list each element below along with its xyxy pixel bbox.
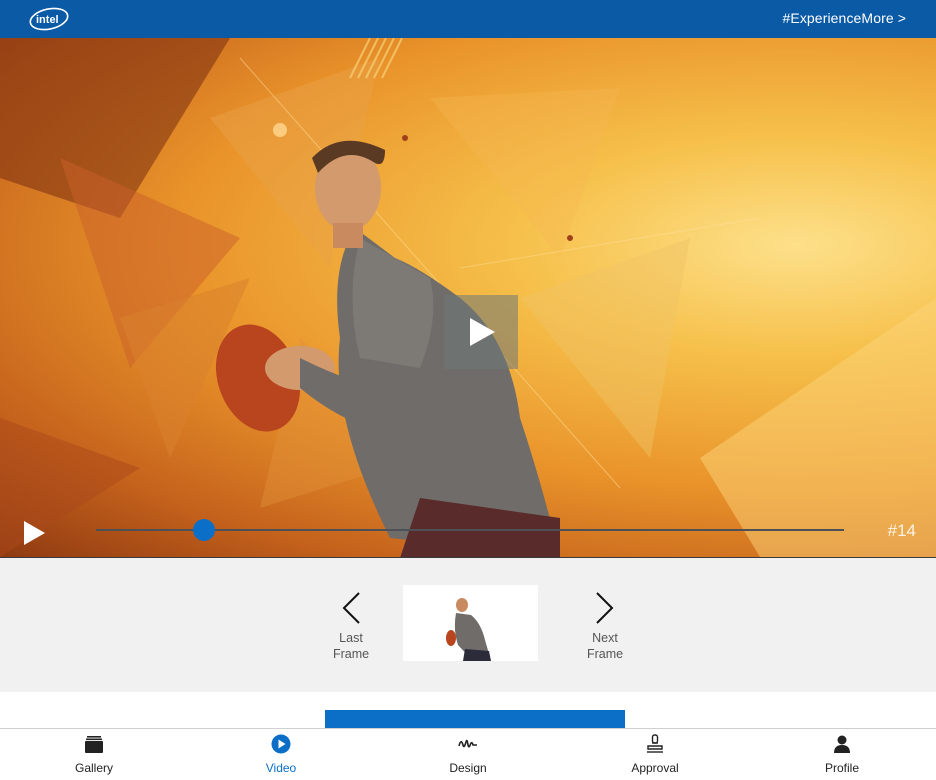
- tab-profile[interactable]: Profile: [782, 729, 902, 780]
- thumbnail-image: [403, 585, 538, 661]
- frame-thumbnail[interactable]: [403, 585, 538, 661]
- last-label-line1: Last: [339, 631, 363, 645]
- experience-more-link[interactable]: #ExperienceMore >: [783, 10, 907, 26]
- tab-video[interactable]: Video: [221, 729, 341, 780]
- play-pause-button[interactable]: [22, 520, 48, 546]
- frame-navigator: Last Frame Next Frame: [0, 557, 936, 692]
- tab-approval-label: Approval: [631, 761, 679, 775]
- svg-text:intel: intel: [36, 14, 59, 26]
- last-frame-button[interactable]: Last Frame: [321, 591, 381, 662]
- intel-logo[interactable]: intel: [28, 5, 70, 33]
- tab-gallery-label: Gallery: [74, 761, 113, 775]
- tab-profile-label: Profile: [824, 761, 859, 775]
- tab-gallery[interactable]: Gallery: [34, 729, 154, 780]
- video-player[interactable]: #14: [0, 38, 936, 557]
- next-label-line2: Frame: [586, 647, 624, 661]
- tab-approval[interactable]: Approval: [595, 729, 715, 780]
- tab-design-label: Design: [449, 761, 487, 775]
- seek-bar[interactable]: [96, 519, 844, 541]
- next-label-line1: Next: [592, 631, 618, 645]
- frame-number: #14: [887, 521, 916, 540]
- play-icon: [24, 521, 45, 545]
- next-frame-button[interactable]: Next Frame: [575, 591, 635, 662]
- chevron-right-icon: [596, 592, 614, 624]
- stamp-icon: [647, 734, 663, 753]
- center-play-button[interactable]: [444, 295, 518, 369]
- bottom-tab-bar: Gallery Video Design Approval Profile: [0, 728, 936, 779]
- tab-video-label: Video: [265, 761, 297, 775]
- last-label-line2: Frame: [332, 647, 370, 661]
- person-icon: [834, 735, 850, 753]
- play-circle-icon: [271, 734, 291, 754]
- seek-handle[interactable]: [192, 519, 215, 541]
- tab-design[interactable]: Design: [408, 729, 528, 780]
- signature-icon: [458, 739, 477, 748]
- top-bar: intel #ExperienceMore >: [0, 0, 936, 38]
- gallery-icon: [85, 736, 103, 753]
- play-icon: [470, 318, 495, 346]
- chevron-left-icon: [342, 592, 360, 624]
